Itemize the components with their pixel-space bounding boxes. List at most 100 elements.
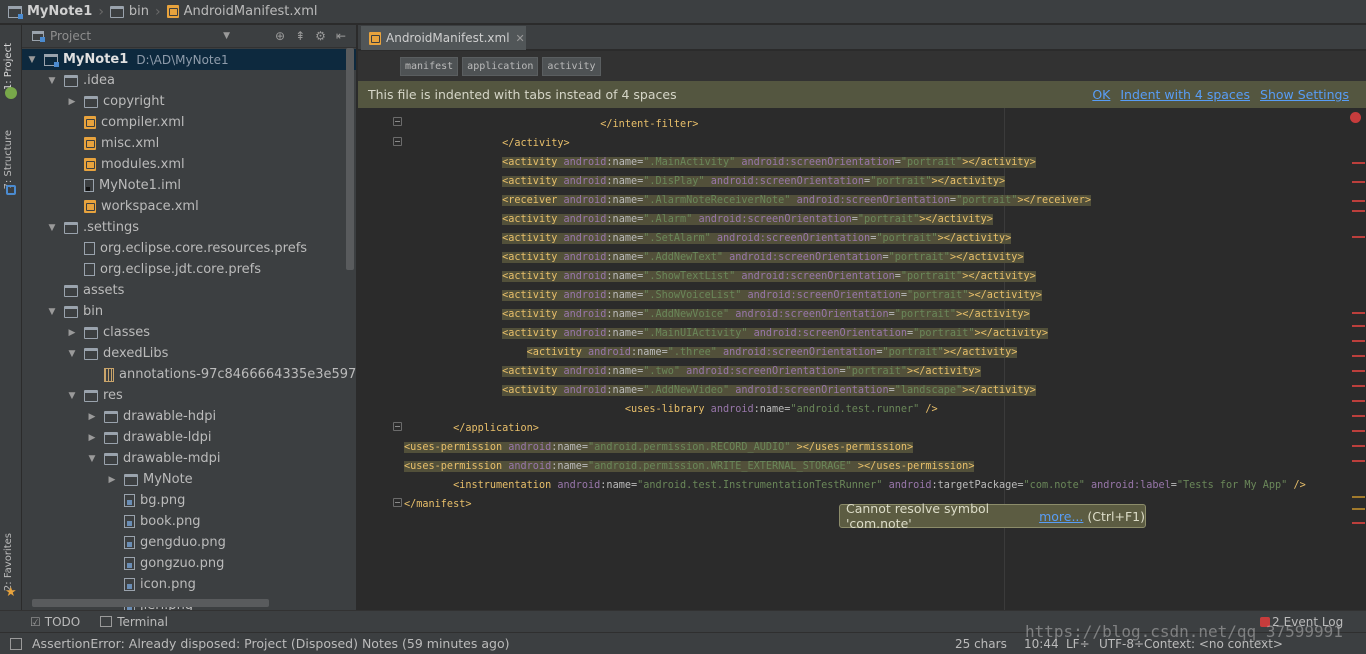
code-line[interactable]: <receiver android:name=".AlarmNoteReceiv… [404,191,1092,210]
show-settings-link[interactable]: Show Settings [1260,87,1349,102]
code-line[interactable]: <activity android:name=".ShowTextList" a… [404,267,1036,286]
code-line[interactable]: <uses-permission android:name="android.p… [404,457,975,476]
tree-item[interactable]: book.png [22,511,356,532]
tree-item[interactable]: ▼ bin [22,301,356,322]
error-stripe-mark[interactable] [1352,312,1365,314]
error-stripe-mark[interactable] [1352,370,1365,372]
hide-panel-icon[interactable]: ⇤ [336,29,346,43]
code-line[interactable]: <activity android:name=".AddNewVoice" an… [404,305,1030,324]
code-line[interactable]: <uses-permission android:name="android.p… [404,438,914,457]
tree-item[interactable]: compiler.xml [22,112,356,133]
code-line[interactable]: <instrumentation android:name="android.t… [404,476,1306,495]
project-tool-tab[interactable]: 1: Project [3,43,14,90]
error-stripe-mark[interactable] [1352,181,1365,183]
tree-item[interactable]: MyNote1.iml [22,175,356,196]
settings-gear-icon[interactable]: ⚙ [315,29,326,43]
error-indicator-icon[interactable] [1350,112,1361,123]
close-tab-icon[interactable]: ✕ [516,32,525,45]
collapse-arrow-icon[interactable]: ▶ [84,433,100,443]
collapse-arrow-icon[interactable]: ▶ [64,97,80,107]
nav-crumb-bin[interactable]: bin › [109,0,167,24]
expand-arrow-icon[interactable]: ▼ [64,349,80,359]
code-line[interactable]: <activity android:name=".SetAlarm" andro… [404,229,1012,248]
fold-marker-icon[interactable] [393,137,402,146]
project-view-selector[interactable]: Project [50,29,91,43]
tree-item[interactable]: ▶ drawable-ldpi [22,427,356,448]
code-line[interactable]: </intent-filter> [404,115,698,134]
error-stripe-mark[interactable] [1352,445,1365,447]
code-line[interactable]: </manifest> [404,495,471,514]
error-stripe-mark[interactable] [1352,162,1365,164]
error-stripe-mark[interactable] [1352,522,1365,524]
error-stripe-mark[interactable] [1352,385,1365,387]
tree-item[interactable]: ▼ dexedLibs [22,343,356,364]
breadcrumb-activity[interactable]: activity [542,56,601,76]
tree-item[interactable]: ▶ drawable-hdpi [22,406,356,427]
dropdown-arrow-icon[interactable]: ▼ [223,31,230,41]
tree-item[interactable]: workspace.xml [22,196,356,217]
nav-crumb-project[interactable]: MyNote1 › [8,0,110,24]
code-line[interactable]: <uses-library android:name="android.test… [404,400,938,419]
code-line[interactable]: <activity android:name=".two" android:sc… [404,362,981,381]
code-line[interactable]: </activity> [404,134,569,153]
tree-item[interactable]: misc.xml [22,133,356,154]
tree-item[interactable]: ▼ drawable-mdpi [22,448,356,469]
error-stripe-mark[interactable] [1352,355,1365,357]
breadcrumb-manifest[interactable]: manifest [400,56,459,76]
scroll-from-source-icon[interactable]: ⊕ [275,29,285,43]
tree-item[interactable]: org.eclipse.core.resources.prefs [22,238,356,259]
tree-item[interactable]: ▶ MyNote [22,469,356,490]
code-line[interactable]: <activity android:name=".three" android:… [404,343,1018,362]
tooltip-more-link[interactable]: more... [1039,509,1083,524]
tree-item[interactable]: assets [22,280,356,301]
structure-tool-tab[interactable]: 7: Structure [3,130,14,189]
favorites-tool-tab[interactable]: 2: Favorites [3,533,14,591]
nav-crumb-file[interactable]: AndroidManifest.xml [166,0,324,24]
expand-arrow-icon[interactable]: ▼ [44,307,60,317]
expand-arrow-icon[interactable]: ▼ [84,454,100,464]
error-stripe-mark[interactable] [1352,200,1365,202]
collapse-all-icon[interactable]: ⇞ [295,29,305,43]
error-stripe-mark[interactable] [1352,340,1365,342]
project-tree-hscrollbar[interactable] [32,599,269,607]
tree-item[interactable]: gengduo.png [22,532,356,553]
terminal-tool-tab[interactable]: Terminal [100,615,168,629]
fold-marker-icon[interactable] [393,498,402,507]
tree-item[interactable]: ▶ classes [22,322,356,343]
error-stripe-mark[interactable] [1352,460,1365,462]
notice-ok-link[interactable]: OK [1092,87,1110,102]
code-line[interactable]: <activity android:name=".DisPlay" androi… [404,172,1006,191]
tree-item[interactable]: bg.png [22,490,356,511]
tree-item[interactable]: ▶ copyright [22,91,356,112]
breadcrumb-application[interactable]: application [462,56,539,76]
status-message[interactable]: AssertionError: Already disposed: Projec… [32,636,509,651]
tree-item[interactable]: ▼ res [22,385,356,406]
tree-item[interactable]: ▼ MyNote1 D:\AD\MyNote1 [22,49,356,70]
tree-item[interactable]: modules.xml [22,154,356,175]
tree-item[interactable]: icon.png [22,574,356,595]
collapse-arrow-icon[interactable]: ▶ [104,475,120,485]
warning-stripe-mark[interactable] [1352,508,1365,510]
error-stripe-mark[interactable] [1352,400,1365,402]
error-stripe-mark[interactable] [1352,415,1365,417]
code-line[interactable]: <activity android:name=".MainActivity" a… [404,153,1036,172]
error-stripe-mark[interactable] [1352,325,1365,327]
fold-marker-icon[interactable] [393,422,402,431]
editor-tab-androidmanifest[interactable]: AndroidManifest.xml ✕ [361,26,526,50]
code-line[interactable]: <activity android:name=".MainUIActivity"… [404,324,1049,343]
tree-item[interactable]: ▼ .settings [22,217,356,238]
error-stripe-mark[interactable] [1352,210,1365,212]
project-tree-scrollbar[interactable] [346,48,354,270]
code-line[interactable]: <activity android:name=".ShowVoiceList" … [404,286,1042,305]
error-stripe-mark[interactable] [1352,430,1365,432]
indent-with-spaces-link[interactable]: Indent with 4 spaces [1120,87,1250,102]
code-line[interactable]: <activity android:name=".AddNewText" and… [404,248,1024,267]
fold-marker-icon[interactable] [393,117,402,126]
error-stripe-mark[interactable] [1352,236,1365,238]
expand-arrow-icon[interactable]: ▼ [24,55,40,65]
tree-item[interactable]: org.eclipse.jdt.core.prefs [22,259,356,280]
expand-arrow-icon[interactable]: ▼ [44,76,60,86]
code-line[interactable]: <activity android:name=".AddNewVideo" an… [404,381,1036,400]
tool-window-toggle-icon[interactable] [10,637,22,650]
collapse-arrow-icon[interactable]: ▶ [64,328,80,338]
